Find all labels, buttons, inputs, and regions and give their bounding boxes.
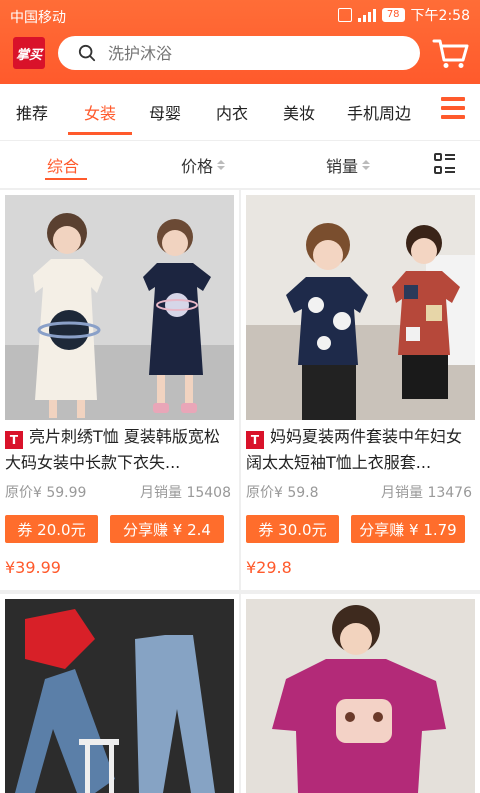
status-bar: 中国移动 78 下午2:58 [0, 0, 480, 32]
tab-beauty[interactable]: 美妆 [283, 84, 315, 140]
search-icon [78, 44, 96, 62]
original-price: 原价¥ 59.99 [5, 485, 87, 501]
product-title[interactable]: T 亮片刺绣T恤 夏装韩版宽松大码女装中长款下衣失... [5, 424, 230, 476]
product-image[interactable] [246, 195, 475, 420]
tab-mother-baby[interactable]: 母婴 [149, 84, 181, 140]
active-sort-indicator [45, 178, 87, 180]
original-price: 原价¥ 59.8 [246, 485, 319, 501]
product-card[interactable]: T 亮片刺绣T恤 夏装韩版宽松大码女装中长款下衣失... 原价¥ 59.99 月销… [0, 190, 239, 590]
menu-icon[interactable] [441, 97, 465, 123]
product-image[interactable] [5, 599, 234, 793]
vibrate-icon [337, 8, 352, 22]
app-header: 中国移动 78 下午2:58 掌买 [0, 0, 480, 84]
sort-comprehensive[interactable]: 综合 [47, 153, 79, 177]
sort-price[interactable]: 价格 [181, 153, 226, 177]
product-title-text: 妈妈夏装两件套装中年妇女阔太太短袖T恤上衣服套... [246, 427, 463, 472]
grid-list-icon[interactable] [434, 153, 456, 175]
tab-recommend[interactable]: 推荐 [16, 84, 48, 140]
app-logo[interactable]: 掌买 [13, 37, 45, 69]
sort-arrows-icon [362, 160, 371, 170]
carrier-label: 中国移动 [10, 10, 66, 26]
status-icons: 78 下午2:58 [337, 5, 470, 25]
final-price: ¥39.99 [5, 558, 61, 577]
tmall-badge-icon: T [5, 431, 23, 449]
product-image[interactable] [5, 195, 234, 420]
sort-arrows-icon [217, 160, 226, 170]
active-tab-indicator [68, 132, 132, 135]
share-earn-button[interactable]: 分享赚 ¥ 2.4 [110, 515, 224, 543]
product-title[interactable]: T 妈妈夏装两件套装中年妇女阔太太短袖T恤上衣服套... [246, 424, 471, 476]
sort-bar: 综合 价格 销量 [0, 140, 480, 188]
clock: 下午2:58 [410, 8, 470, 24]
sort-sales[interactable]: 销量 [326, 153, 371, 177]
product-card[interactable] [0, 594, 239, 793]
monthly-sales: 月销量 15408 [140, 485, 231, 501]
product-image[interactable] [246, 599, 475, 793]
product-card[interactable] [241, 594, 480, 793]
sort-comprehensive-label: 综合 [47, 157, 80, 176]
tmall-badge-icon: T [246, 431, 264, 449]
sort-sales-label: 销量 [326, 157, 359, 176]
search-input[interactable] [108, 36, 408, 70]
final-price: ¥29.8 [246, 558, 292, 577]
signal-icon [357, 8, 376, 22]
tab-phone-accessories[interactable]: 手机周边 [347, 84, 411, 140]
tab-underwear[interactable]: 内衣 [216, 84, 248, 140]
coupon-button[interactable]: 券 30.0元 [246, 515, 339, 543]
sort-price-label: 价格 [181, 157, 214, 176]
coupon-button[interactable]: 券 20.0元 [5, 515, 98, 543]
search-bar[interactable] [58, 36, 420, 70]
cart-icon[interactable] [432, 36, 470, 70]
product-title-text: 亮片刺绣T恤 夏装韩版宽松大码女装中长款下衣失... [5, 427, 220, 472]
share-earn-button[interactable]: 分享赚 ¥ 1.79 [351, 515, 465, 543]
product-card[interactable]: T 妈妈夏装两件套装中年妇女阔太太短袖T恤上衣服套... 原价¥ 59.8 月销量… [241, 190, 480, 590]
monthly-sales: 月销量 13476 [381, 485, 472, 501]
battery-icon: 78 [381, 8, 405, 22]
